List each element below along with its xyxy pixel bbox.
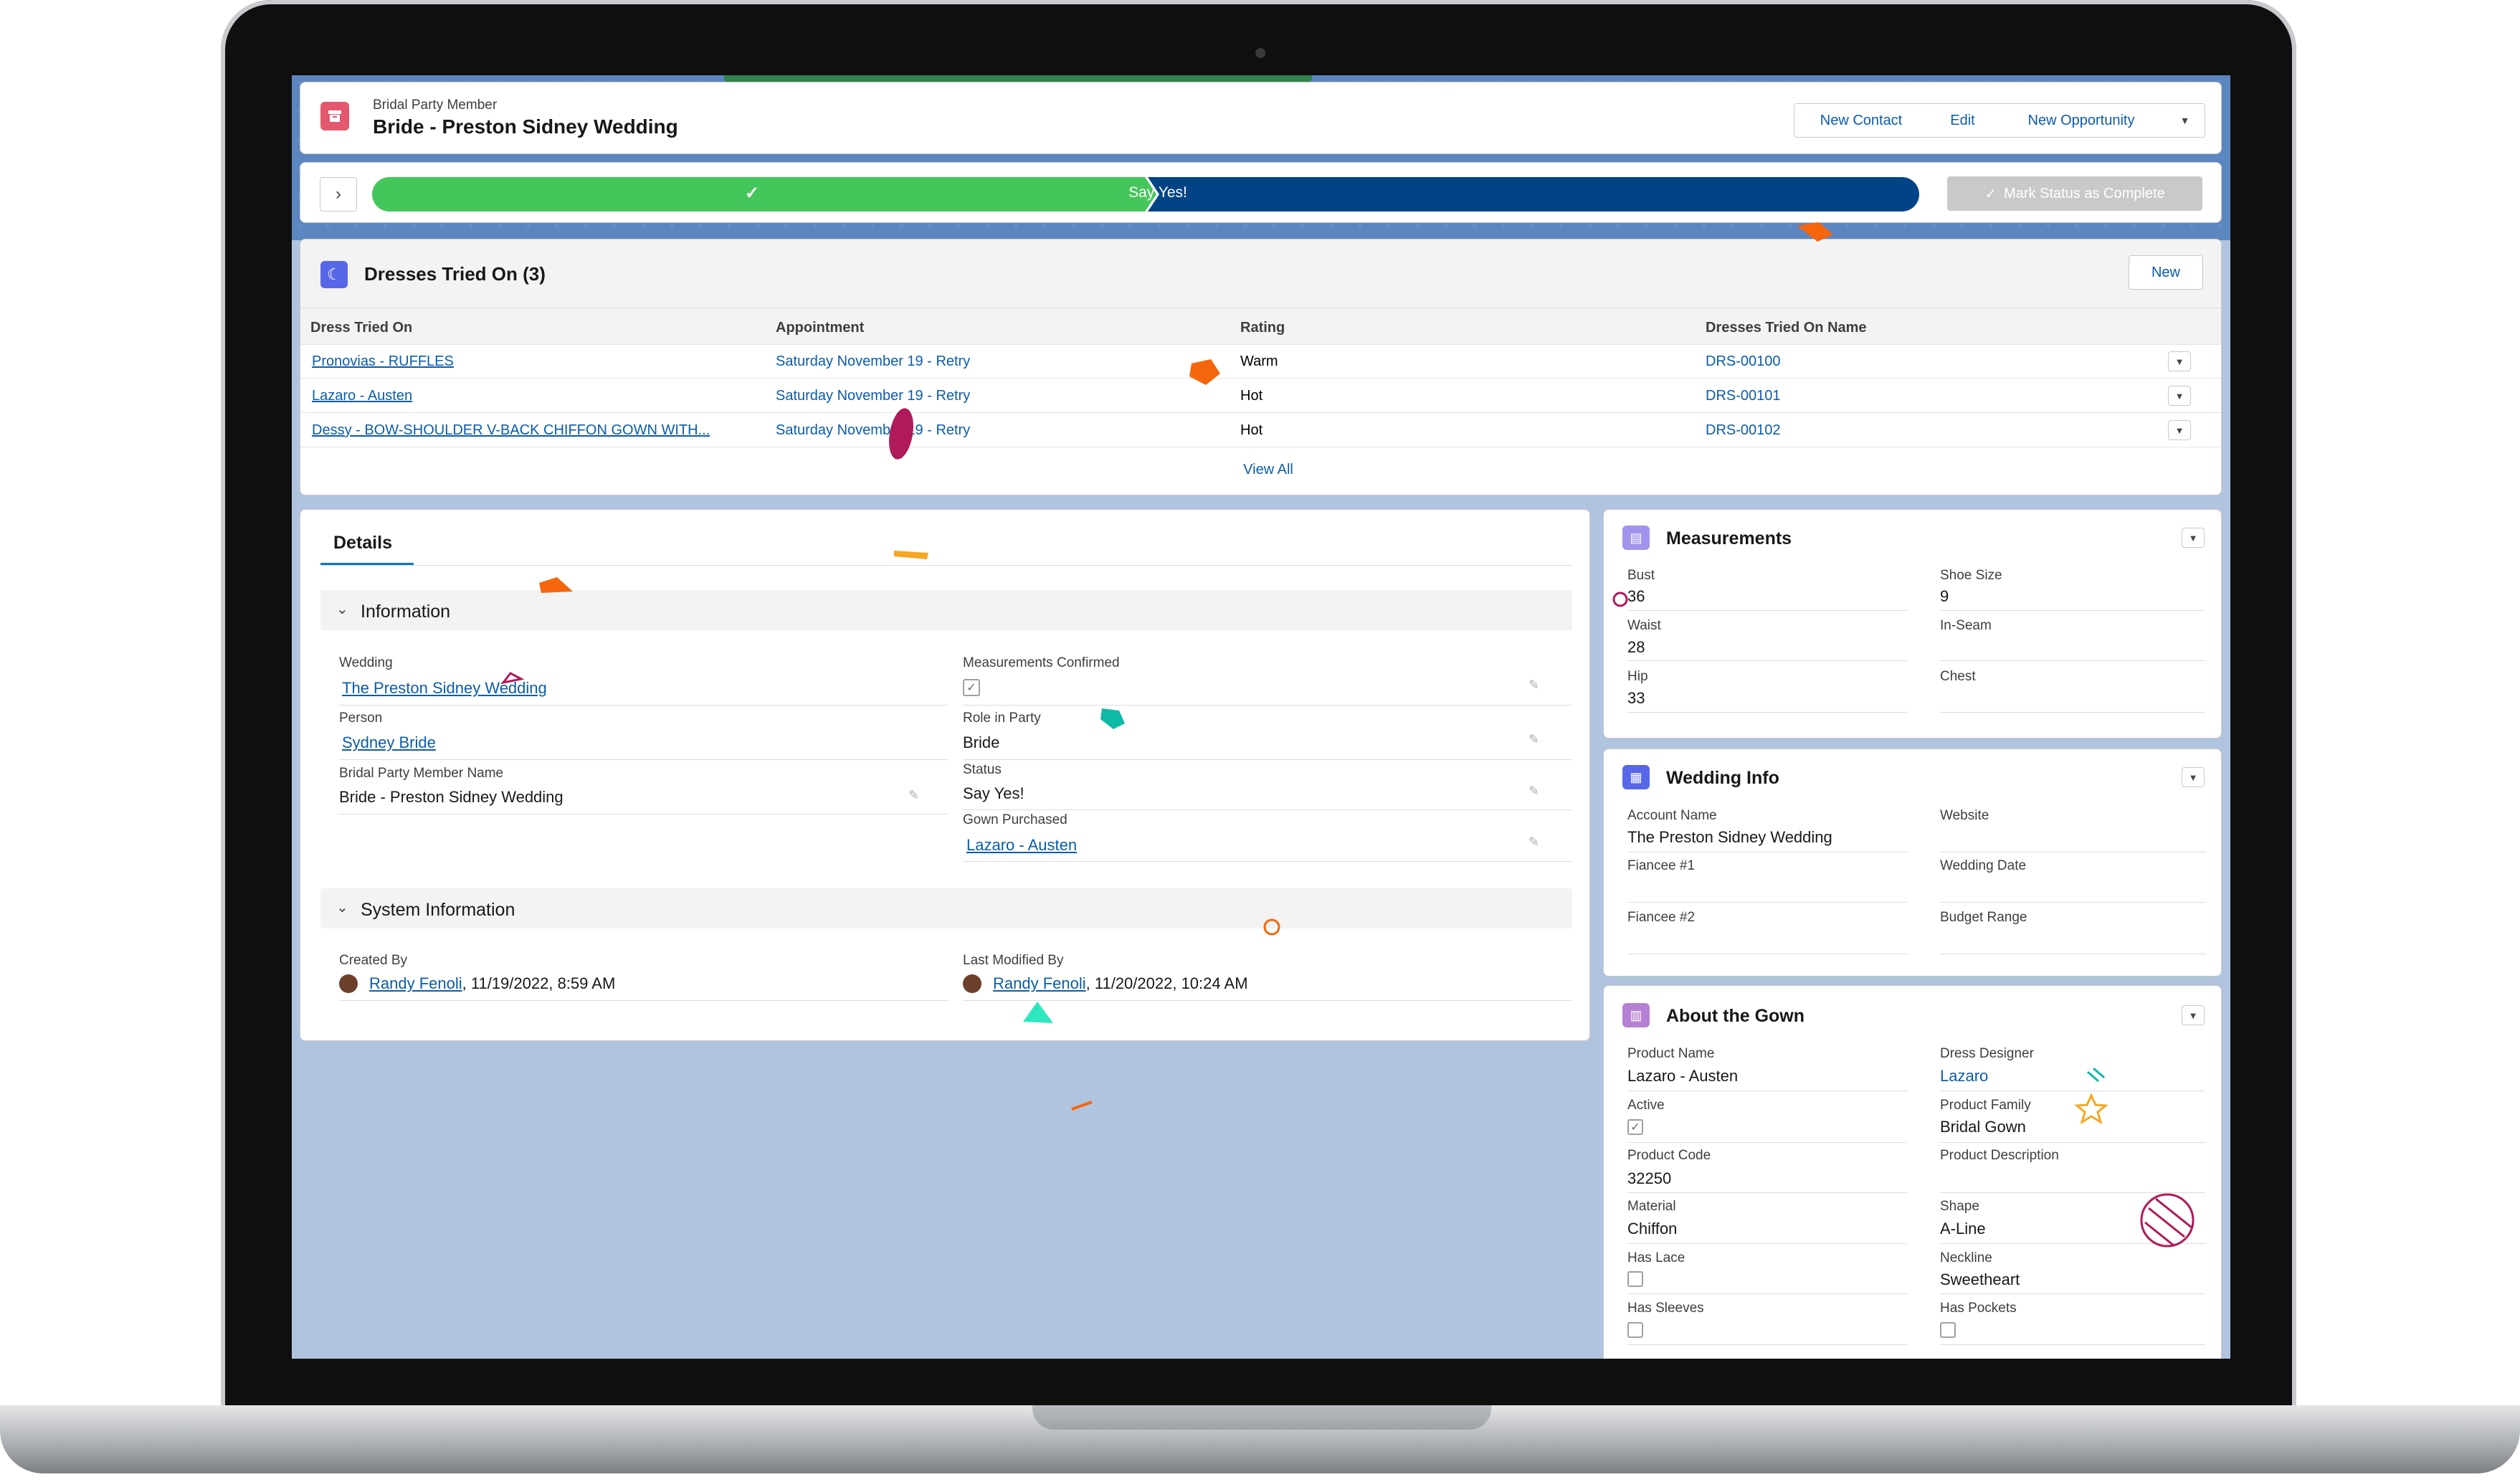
camera: [1255, 48, 1265, 58]
confetti-overlay: [500, 222, 2195, 1248]
screen: Bridal Party Member Bride - Preston Sidn…: [292, 75, 2230, 1359]
laptop-notch: [1032, 1405, 1491, 1430]
